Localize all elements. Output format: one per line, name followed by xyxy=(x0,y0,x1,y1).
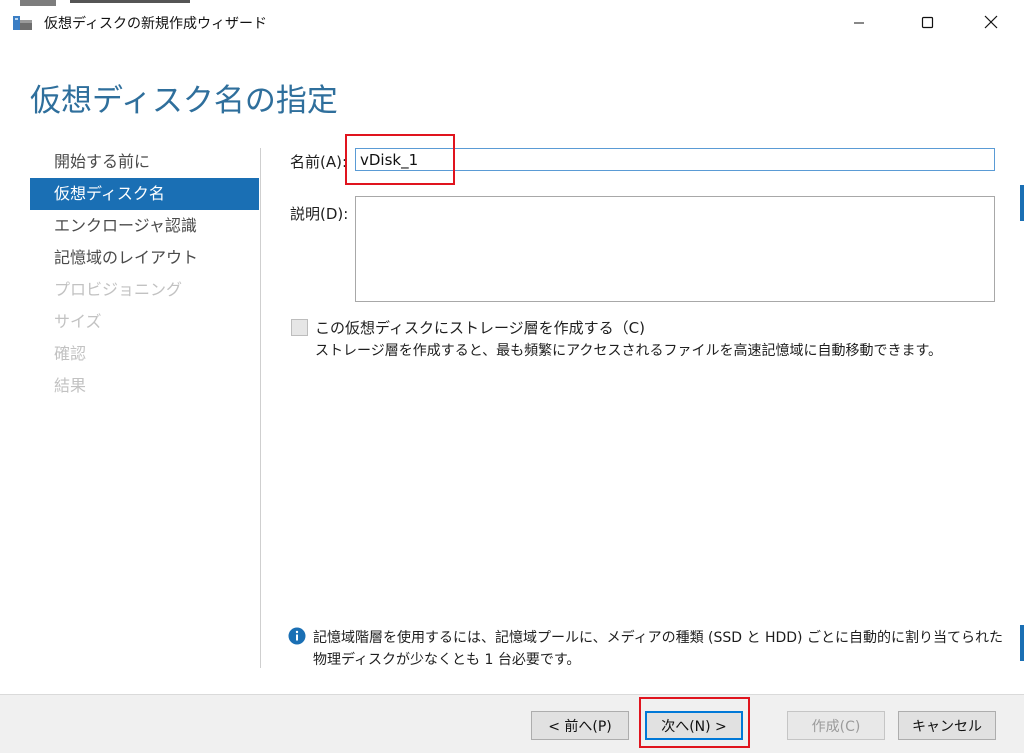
nav-item-results: 結果 xyxy=(54,376,87,395)
nav-item-size: サイズ xyxy=(54,312,102,331)
nav-item-enclosure-awareness[interactable]: エンクロージャ認識 xyxy=(30,210,259,242)
window-title: 仮想ディスクの新規作成ウィザード xyxy=(44,16,268,32)
name-label: 名前(A): xyxy=(290,153,348,171)
close-button[interactable] xyxy=(968,0,1014,46)
storage-tier-description: ストレージ層を作成すると、最も頻繁にアクセスされるファイルを高速記憶域に自動移動… xyxy=(315,343,943,359)
nav-item-confirmation: 確認 xyxy=(54,344,87,363)
info-message: 記憶域階層を使用するには、記憶域プールに、メディアの種類 (SSD と HDD)… xyxy=(313,627,1003,671)
description-label: 説明(D): xyxy=(290,205,349,223)
background-window-edge xyxy=(1020,185,1024,221)
nav-item-storage-layout[interactable]: 記憶域のレイアウト xyxy=(30,242,259,274)
info-message-line2: 物理ディスクが少なくとも 1 台必要です。 xyxy=(313,652,581,668)
background-window-edge-lower xyxy=(1020,625,1024,661)
wizard-window: 仮想ディスクの新規作成ウィザード 仮想ディスク名の指定 開始する前に 仮想ディス… xyxy=(0,0,1024,753)
info-icon xyxy=(288,627,306,645)
back-button[interactable]: < 前へ(P) xyxy=(531,711,629,740)
minimize-icon xyxy=(853,14,865,33)
storage-tier-checkbox-label[interactable]: この仮想ディスクにストレージ層を作成する（C) xyxy=(315,317,645,338)
maximize-icon xyxy=(921,14,934,33)
wizard-steps-nav: 開始する前に 仮想ディスク名 エンクロージャ認識 記憶域のレイアウト プロビジョ… xyxy=(30,146,259,402)
title-bar[interactable]: 仮想ディスクの新規作成ウィザード xyxy=(0,0,1024,46)
next-highlight-box xyxy=(639,697,750,748)
nav-item-before-you-begin[interactable]: 開始する前に xyxy=(30,146,259,178)
cancel-button[interactable]: キャンセル xyxy=(898,711,996,740)
storage-wizard-icon xyxy=(12,14,34,34)
storage-tier-checkbox[interactable] xyxy=(291,319,308,336)
minimize-button[interactable] xyxy=(836,0,882,46)
name-highlight-box xyxy=(345,134,455,185)
description-textarea[interactable] xyxy=(355,196,995,302)
page-title: 仮想ディスク名の指定 xyxy=(30,83,338,119)
info-message-line1: 記憶域階層を使用するには、記憶域プールに、メディアの種類 (SSD と HDD)… xyxy=(313,630,1003,646)
nav-divider xyxy=(260,148,261,668)
close-icon xyxy=(984,14,998,33)
nav-item-provisioning: プロビジョニング xyxy=(54,280,183,299)
nav-item-virtual-disk-name[interactable]: 仮想ディスク名 xyxy=(30,178,259,210)
background-window-peek xyxy=(20,0,220,8)
maximize-button[interactable] xyxy=(904,0,950,46)
create-button: 作成(C) xyxy=(787,711,885,740)
